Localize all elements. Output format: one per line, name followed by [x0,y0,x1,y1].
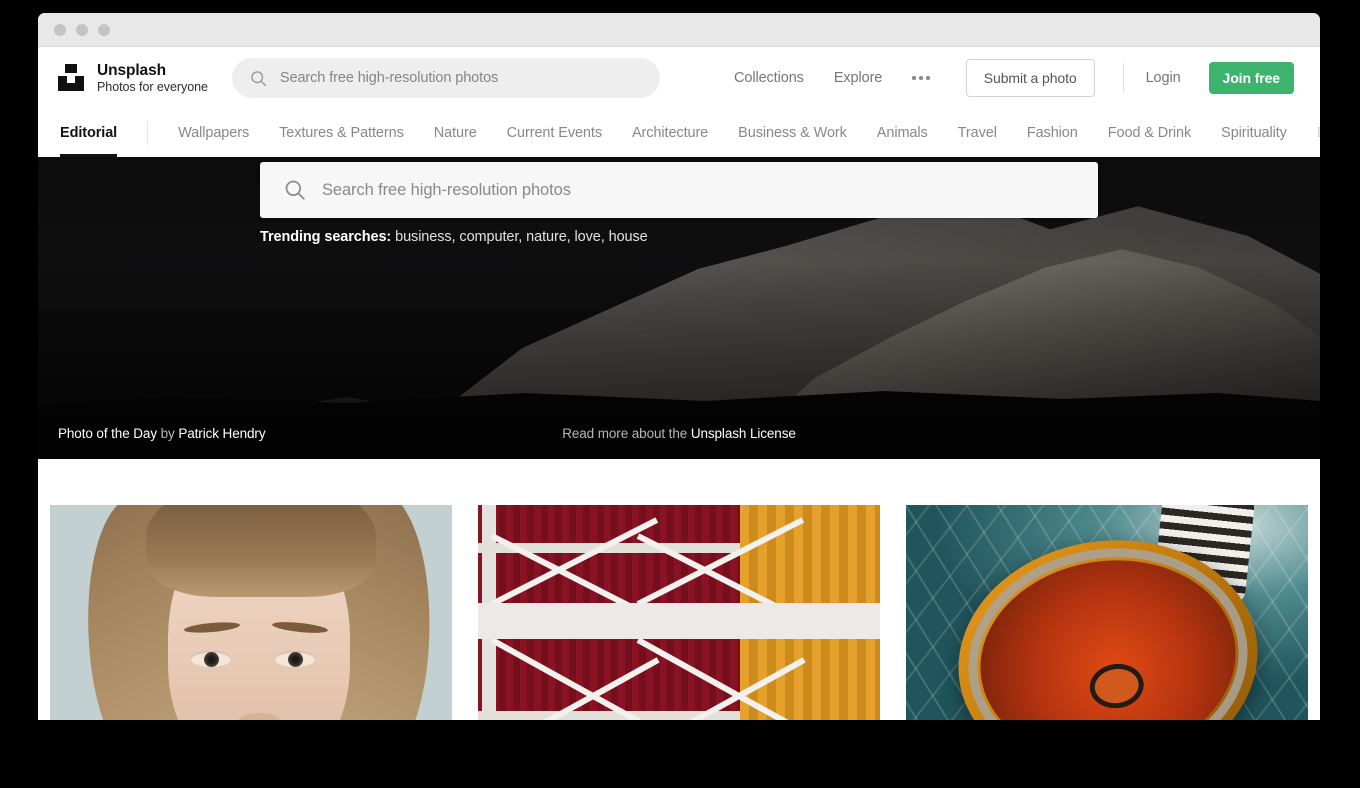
ellipsis-icon[interactable] [910,70,932,86]
category-current-events[interactable]: Current Events [507,109,602,157]
header-nav: Collections Explore Submit a photo Login… [734,59,1294,97]
photo-grid [50,505,1308,720]
category-textures-patterns[interactable]: Textures & Patterns [279,109,404,157]
submit-photo-button[interactable]: Submit a photo [965,59,1095,97]
category-animals[interactable]: Animals [877,109,928,157]
trending-term-house[interactable]: house [609,229,648,245]
trending-term-love[interactable]: love [575,229,601,245]
category-architecture[interactable]: Architecture [632,109,708,157]
photo-thumbnail-portrait [50,505,452,720]
nav-link-collections[interactable]: Collections [734,70,804,86]
photo-card[interactable] [50,505,452,720]
category-food-drink[interactable]: Food & Drink [1108,109,1192,157]
brand-logo[interactable]: Unsplash Photos for everyone [56,62,208,94]
category-fashion[interactable]: Fashion [1027,109,1078,157]
unsplash-logo-icon [56,63,86,93]
photo-card[interactable] [478,505,880,720]
trending-searches: Trending searches: business, computer, n… [260,229,648,245]
search-icon [285,180,305,200]
header-search-input[interactable]: Search free high-resolution photos [231,58,660,98]
window-minimize-button[interactable] [76,23,88,36]
trending-term-nature[interactable]: nature [526,229,567,245]
category-nature[interactable]: Nature [434,109,477,157]
category-travel[interactable]: Travel [958,109,997,157]
category-spirituality[interactable]: Spirituality [1221,109,1287,157]
header-divider [1122,63,1124,93]
category-experimental[interactable]: Exp [1317,109,1320,157]
category-nav: Editorial Wallpapers Textures & Patterns… [38,109,1320,157]
hero-footer: Photo of the Day by Patrick Hendry Read … [38,426,1320,446]
photo-thumbnail-architecture [478,505,880,720]
header-search-placeholder: Search free high-resolution photos [279,70,499,86]
trending-term-computer[interactable]: computer [459,229,518,245]
hero-section: Search free high-resolution photos Trend… [38,157,1320,459]
photo-card[interactable] [906,505,1308,720]
category-wallpapers[interactable]: Wallpapers [178,109,249,157]
nav-link-explore[interactable]: Explore [834,70,883,86]
trending-label: Trending searches: [260,229,392,245]
search-icon [251,70,266,86]
category-business-work[interactable]: Business & Work [738,109,847,157]
login-button[interactable]: Login [1146,70,1181,86]
browser-window: Unsplash Photos for everyone Search free… [38,13,1320,720]
photo-thumbnail-rocket [906,505,1308,720]
hero-search-placeholder: Search free high-resolution photos [322,180,571,199]
hero-search-input[interactable]: Search free high-resolution photos [260,162,1098,218]
site-header: Unsplash Photos for everyone Search free… [38,47,1320,109]
category-editorial[interactable]: Editorial [60,109,118,157]
trending-term-business[interactable]: business [395,229,452,245]
window-titlebar [38,13,1320,47]
unsplash-license-link[interactable]: Unsplash License [691,426,796,441]
join-free-button[interactable]: Join free [1208,62,1294,94]
photo-grid-section [38,459,1320,720]
window-close-button[interactable] [54,23,66,36]
license-prefix: Read more about the [562,426,688,441]
license-note: Read more about the Unsplash License [38,426,1320,441]
brand-name: Unsplash [97,61,166,79]
category-divider [147,121,149,145]
window-zoom-button[interactable] [98,23,110,36]
brand-tagline: Photos for everyone [97,79,208,94]
